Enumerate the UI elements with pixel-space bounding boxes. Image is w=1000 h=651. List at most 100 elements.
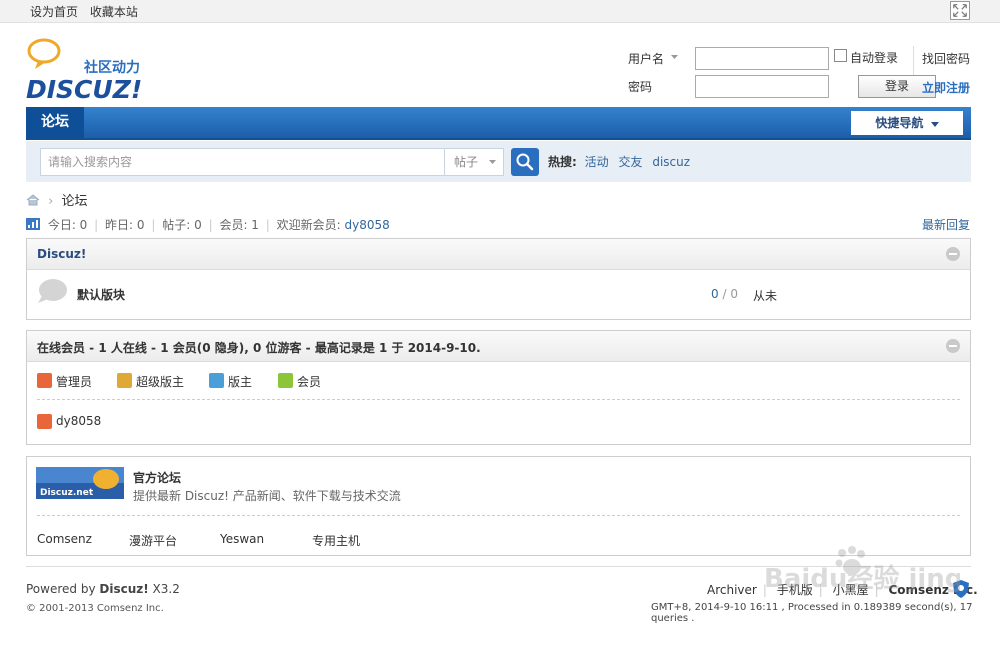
remember-label: 自动登录: [850, 51, 899, 65]
hot-term[interactable]: discuz: [652, 155, 690, 169]
forum-stats: 今日: 0 | 昨日: 0 | 帖子: 0 | 会员: 1 | 欢迎新会员: d…: [26, 216, 390, 233]
remember-checkbox[interactable]: [834, 49, 847, 62]
forum-row: 默认版块 0 / 0 从未: [27, 270, 970, 318]
category-title[interactable]: Discuz!: [37, 247, 86, 261]
online-user-name: dy8058: [56, 414, 102, 428]
chart-icon: [26, 218, 40, 230]
logo-slogan: 社区动力: [83, 59, 140, 76]
forgot-password-link[interactable]: 找回密码: [922, 50, 970, 67]
chevron-down-icon[interactable]: [671, 55, 678, 60]
logo-brand: DISCUZ!: [26, 75, 142, 102]
search-button[interactable]: [511, 148, 539, 176]
bookmark-link[interactable]: 收藏本站: [90, 5, 138, 19]
stat-today: 今日: 0: [47, 218, 88, 232]
register-link[interactable]: 立即注册: [922, 79, 970, 96]
count-separator: /: [718, 287, 731, 301]
legend-item: 会员: [278, 373, 321, 390]
last-post: 从未: [753, 289, 778, 303]
discuz-net-logo[interactable]: Discuz.net: [36, 467, 124, 499]
stat-members: 会员: 1: [219, 218, 259, 232]
powered-by: Powered by Discuz! X3.2: [26, 582, 180, 596]
collapse-icon[interactable]: [946, 339, 960, 353]
logo-text: Discuz.net: [40, 488, 94, 498]
forum-counts: 0 / 0: [711, 287, 738, 301]
legend-item: 管理员: [37, 373, 92, 390]
partner-link[interactable]: Comsenz: [37, 532, 92, 546]
forum-name-link[interactable]: 默认版块: [77, 286, 125, 303]
search-type-select[interactable]: 帖子: [444, 148, 504, 176]
login-panel: 用户名 自动登录 找回密码 密码 登录 立即注册: [628, 46, 978, 98]
powered-version: X3.2: [148, 582, 180, 596]
legend-item: 超级版主: [117, 373, 184, 390]
stat-yesterday: 昨日: 0: [105, 218, 145, 232]
expand-icon[interactable]: [950, 1, 970, 20]
username-input[interactable]: [695, 47, 829, 70]
super-mod-user-icon: [117, 373, 132, 388]
top-links: 设为首页 收藏本站: [30, 3, 146, 20]
main-nav: 论坛 快捷导航: [26, 107, 971, 140]
tab-forum[interactable]: 论坛: [26, 107, 84, 138]
official-forum: Discuz.net 官方论坛 提供最新 Discuz! 产品新闻、软件下载与技…: [27, 457, 970, 515]
latest-reply-link[interactable]: 最新回复: [922, 216, 970, 233]
chevron-down-icon: [489, 160, 496, 164]
admin-user-icon: [37, 414, 52, 429]
category-header: Discuz!: [27, 239, 970, 270]
hot-term[interactable]: 交友: [618, 155, 642, 169]
online-header: 在线会员 - 1 人在线 - 1 会员(0 隐身), 0 位游客 - 最高记录是…: [27, 331, 970, 362]
thread-count: 0: [711, 287, 719, 301]
top-bar: 设为首页 收藏本站: [0, 0, 1000, 23]
official-forum-desc: 提供最新 Discuz! 产品新闻、软件下载与技术交流: [133, 489, 401, 503]
official-forum-title[interactable]: 官方论坛: [133, 469, 181, 486]
password-label: 密码: [628, 80, 653, 94]
online-user-list: dy8058: [37, 400, 960, 443]
legend-label: 超级版主: [136, 375, 185, 389]
category-box: Discuz! 默认版块 0 / 0 从未: [26, 238, 971, 320]
search-type-value: 帖子: [454, 155, 479, 169]
member-legend: 管理员 超级版主 版主 会员: [37, 362, 960, 400]
admin-user-icon: [37, 373, 52, 388]
set-home-link[interactable]: 设为首页: [30, 5, 78, 19]
search-bar: 请输入搜索内容 帖子 热搜: 活动 交友 discuz: [26, 141, 971, 182]
search-input[interactable]: 请输入搜索内容: [40, 148, 445, 176]
legend-label: 版主: [228, 375, 253, 389]
legend-item: 版主: [209, 373, 252, 390]
baidu-watermark-logo: Baidu经验 jingyan.baidu.com: [764, 546, 960, 594]
powered-prefix: Powered by: [26, 582, 100, 596]
legend-label: 管理员: [56, 375, 93, 389]
new-member-link[interactable]: dy8058: [345, 218, 390, 232]
discuz-logo-icon: 社区动力 DISCUZ!: [26, 38, 142, 104]
hot-search-label: 热搜:: [548, 155, 577, 169]
quick-nav-button[interactable]: 快捷导航: [851, 111, 963, 135]
collapse-icon[interactable]: [946, 247, 960, 261]
welcome-label: 欢迎新会员:: [276, 218, 341, 232]
official-links-box: Discuz.net 官方论坛 提供最新 Discuz! 产品新闻、软件下载与技…: [26, 456, 971, 556]
breadcrumb: › 论坛: [26, 190, 88, 209]
partner-link[interactable]: Yeswan: [220, 532, 264, 546]
speech-bubble-icon: [38, 279, 67, 303]
home-icon[interactable]: [26, 194, 40, 206]
post-count: 0: [730, 287, 738, 301]
footer-link[interactable]: Archiver: [707, 583, 757, 597]
quick-nav-label: 快捷导航: [875, 116, 924, 130]
site-logo[interactable]: 社区动力 DISCUZ!: [26, 38, 156, 104]
member-user-icon: [278, 373, 293, 388]
password-input[interactable]: [695, 75, 829, 98]
online-user[interactable]: dy8058: [37, 414, 102, 429]
breadcrumb-separator: ›: [48, 194, 54, 209]
online-members-box: 在线会员 - 1 人在线 - 1 会员(0 隐身), 0 位游客 - 最高记录是…: [26, 330, 971, 445]
watermark-text: Baidu经验 jingyan.baidu.com: [764, 563, 960, 594]
legend-label: 会员: [297, 375, 322, 389]
copyright: © 2001-2013 Comsenz Inc.: [26, 603, 164, 614]
partner-link[interactable]: 专用主机: [312, 532, 360, 549]
breadcrumb-current[interactable]: 论坛: [61, 194, 87, 209]
username-label[interactable]: 用户名: [628, 50, 664, 67]
partner-link[interactable]: 漫游平台: [129, 532, 177, 549]
stat-posts: 帖子: 0: [162, 218, 202, 232]
mod-user-icon: [209, 373, 224, 388]
hot-search: 热搜: 活动 交友 discuz: [548, 153, 696, 170]
powered-brand-link[interactable]: Discuz!: [99, 582, 148, 596]
chevron-down-icon: [930, 122, 939, 127]
online-title[interactable]: 在线会员 - 1 人在线 - 1 会员(0 隐身), 0 位游客 - 最高记录是…: [37, 339, 481, 356]
search-icon: [516, 153, 534, 171]
hot-term[interactable]: 活动: [585, 155, 609, 169]
